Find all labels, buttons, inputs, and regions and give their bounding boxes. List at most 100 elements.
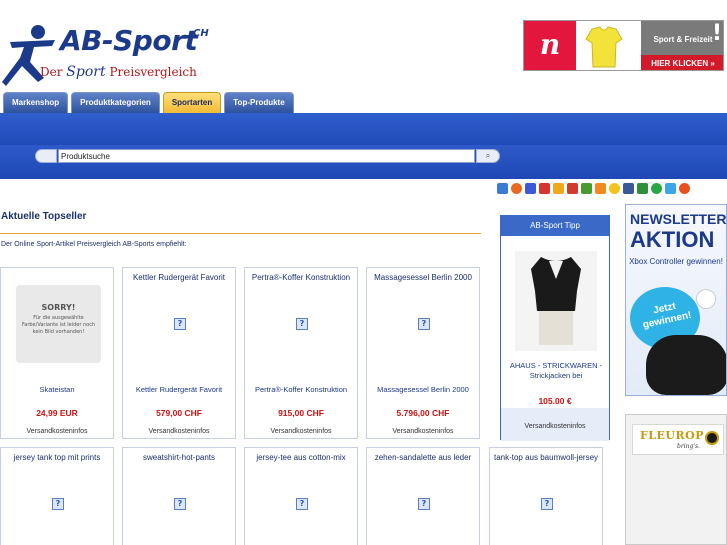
missing-image-icon: ? <box>174 498 186 510</box>
google-icon[interactable] <box>637 183 648 194</box>
sorry-headline: SORRY! <box>41 303 76 312</box>
search-button[interactable]: ⌕ <box>476 149 500 163</box>
product-card[interactable]: tank-top aus baumwoll-jersey ? <box>489 447 603 545</box>
newsletter-aktion-ad[interactable]: NEWSLETTER AKTION Xbox Controller gewinn… <box>625 204 727 396</box>
product-price: 915,00 CHF <box>278 408 324 418</box>
brand-country: CH <box>193 28 209 39</box>
section-title: Aktuelle Topseller <box>1 211 87 222</box>
tab-sportarten[interactable]: Sportarten <box>162 92 222 114</box>
tagline-pre: Der <box>40 65 63 79</box>
product-name[interactable]: Massagesessel Berlin 2000 <box>371 385 475 395</box>
shipping-info-link[interactable]: Versandkosteninfos <box>123 428 235 435</box>
sport-freizeit-banner[interactable]: n Sport & Freizeit ! HIER KLICKEN » <box>523 20 724 71</box>
missing-image-icon: ? <box>541 498 553 510</box>
social-bookmark-bar <box>497 183 690 197</box>
site-logo[interactable]: AB-Sport CH Der Sport Preisvergleich <box>0 18 230 90</box>
product-title[interactable]: tank-top aus baumwoll-jersey <box>490 453 602 462</box>
product-title[interactable]: jersey-tee aus cotton-mix <box>245 453 357 462</box>
fleurop-logo: FLEUROP bring's. <box>632 424 724 455</box>
product-price: 24,99 EUR <box>36 408 78 418</box>
product-card[interactable]: zehen-sandalette aus leder ? <box>366 447 480 545</box>
facebook-icon[interactable] <box>623 183 634 194</box>
page-root: AB-Sport CH Der Sport Preisvergleich n S… <box>0 0 727 545</box>
product-card[interactable]: Pertra®-Koffer Konstruktion ? Pertra®-Ko… <box>244 267 358 439</box>
tshirt-icon <box>585 26 623 68</box>
product-card[interactable]: sweatshirt-hot-pants ? <box>122 447 236 545</box>
product-price: 5.796,00 CHF <box>396 408 450 418</box>
tipp-product-name[interactable]: AHAUS - STRICKWAREN - Strickjacken bei <box>505 361 607 389</box>
nav-bar-top <box>0 113 727 145</box>
product-card[interactable]: jersey-tee aus cotton-mix ? <box>244 447 358 545</box>
product-name[interactable]: Skateistan <box>5 385 109 395</box>
fleurop-ad[interactable]: FLEUROP bring's. <box>625 414 727 545</box>
product-title[interactable]: Massagesessel Berlin 2000 <box>367 273 479 282</box>
delicious-icon[interactable] <box>525 183 536 194</box>
tagline-mid: Sport <box>66 64 106 80</box>
search-input[interactable] <box>58 149 475 163</box>
tab-markenshop[interactable]: Markenshop <box>3 92 69 114</box>
product-title[interactable]: sweatshirt-hot-pants <box>123 453 235 462</box>
banner-exclamation: ! <box>711 21 722 46</box>
brand-tagline: Der Sport Preisvergleich <box>40 64 197 80</box>
missing-image-icon: ? <box>418 318 430 330</box>
shipping-info-link[interactable]: Versandkosteninfos <box>1 428 113 435</box>
sorry-text: Für die ausgewählte Farbe/Variante ist l… <box>21 315 96 335</box>
product-title[interactable]: zehen-sandalette aus leder <box>367 453 479 462</box>
xbox-controller-icon <box>646 335 726 395</box>
newsletter-line3: Xbox Controller gewinnen! <box>629 257 723 266</box>
newsletter-line1: NEWSLETTER <box>630 211 727 227</box>
brand-n-logo-icon: n <box>524 21 576 70</box>
missing-image-icon: ? <box>296 498 308 510</box>
tipp-shipping-link[interactable]: Versandkosteninfos <box>501 423 609 430</box>
firefox-icon[interactable] <box>511 183 522 194</box>
product-card[interactable]: Massagesessel Berlin 2000 ? Massagesesse… <box>366 267 480 439</box>
mercury-logo-icon <box>705 431 719 445</box>
product-name[interactable]: Pertra®-Koffer Konstruktion <box>249 385 353 395</box>
twitter-icon[interactable] <box>665 183 676 194</box>
shipping-info-link[interactable]: Versandkosteninfos <box>245 428 357 435</box>
webnews-icon[interactable] <box>567 183 578 194</box>
yigg-icon[interactable] <box>553 183 564 194</box>
stumble-icon[interactable] <box>651 183 662 194</box>
star-icon[interactable] <box>609 183 620 194</box>
share-icon[interactable] <box>679 183 690 194</box>
product-title[interactable]: Kettler Rudergerät Favorit <box>123 273 235 282</box>
product-price: 579,00 CHF <box>156 408 202 418</box>
missing-image-icon: ? <box>52 498 64 510</box>
missing-image-icon: ? <box>174 318 186 330</box>
tab-produktkategorien[interactable]: Produktkategorien <box>71 92 160 114</box>
tipp-header: AB-Sport Tipp <box>501 216 609 236</box>
oneview-icon[interactable] <box>595 183 606 194</box>
missing-image-icon: ? <box>418 498 430 510</box>
tagline-post: Preisvergleich <box>109 65 197 79</box>
product-title[interactable]: Pertra®-Koffer Konstruktion <box>245 273 357 282</box>
xbox-logo-icon <box>696 289 716 309</box>
no-image-placeholder: SORRY! Für die ausgewählte Farbe/Variant… <box>16 285 101 363</box>
newsletter-line2: AKTION <box>630 227 715 252</box>
fleurop-brand: FLEUROP <box>640 429 705 442</box>
product-name[interactable]: Kettler Rudergerät Favorit <box>127 385 231 395</box>
tab-top-produkte[interactable]: Top-Produkte <box>224 92 294 114</box>
search-bar: ⌕ <box>35 149 500 163</box>
section-subtitle: Der Online Sport-Artikel Preisvergleich … <box>1 241 187 248</box>
missing-image-icon: ? <box>296 318 308 330</box>
section-divider <box>0 233 481 234</box>
product-card[interactable]: SORRY! Für die ausgewählte Farbe/Variant… <box>0 267 114 439</box>
fleurop-slogan: bring's. <box>677 443 700 450</box>
banner-cta[interactable]: HIER KLICKEN » <box>641 55 723 70</box>
product-card[interactable]: Kettler Rudergerät Favorit ? Kettler Rud… <box>122 267 236 439</box>
product-card[interactable]: jersey tank top mit prints ? <box>0 447 114 545</box>
product-title[interactable]: jersey tank top mit prints <box>1 453 113 462</box>
tipp-product-price: 105.00 € <box>538 396 572 406</box>
shipping-info-link[interactable]: Versandkosteninfos <box>367 428 479 435</box>
brand-name: AB-Sport <box>60 24 198 57</box>
mrwong-icon[interactable] <box>539 183 550 194</box>
ie-favorite-icon[interactable] <box>497 183 508 194</box>
search-icon: ⌕ <box>485 151 491 160</box>
product-photo[interactable] <box>515 251 597 351</box>
ab-sport-tipp-box: AB-Sport Tipp AHAUS - STRICKWAREN - Stri… <box>500 215 610 441</box>
linkarena-icon[interactable] <box>581 183 592 194</box>
banner-grey-panel: Sport & Freizeit ! HIER KLICKEN » <box>641 21 723 70</box>
search-left-cap <box>35 149 57 163</box>
main-tabs: Markenshop Produktkategorien Sportarten … <box>3 92 294 114</box>
